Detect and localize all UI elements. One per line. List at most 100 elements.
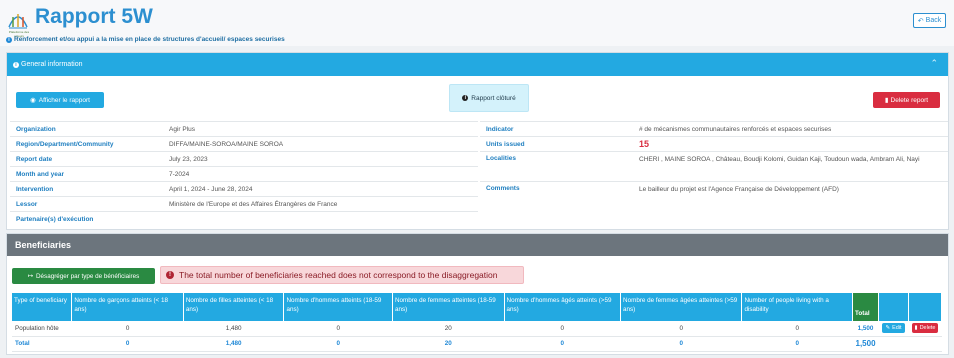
field-row: Units issued 15 [480, 136, 948, 151]
field-label: Units issued [486, 140, 525, 148]
delete-row-button[interactable]: ▮ Delete [911, 323, 939, 334]
field-label: Lessor [16, 200, 38, 208]
table-cell: 0 [620, 321, 742, 337]
page-header: Plateforme des acteurs Rapport 5W ↶ Back… [0, 0, 954, 46]
field-value: CHERI , MAINE SOROA , Château, Boudji Ko… [639, 156, 920, 163]
disaggregate-button[interactable]: ↦ Désagréger par type de bénéficiaires [12, 268, 155, 284]
report-closed-notice: i Rapport clôturé [449, 84, 529, 112]
column-header: Nombre d'hommes atteints (18-59 ans) [283, 293, 393, 321]
delete-cell: ▮ Delete [908, 321, 942, 337]
empty-cell [908, 336, 942, 352]
column-header: Nombre de femmes atteintes (18-59 ans) [392, 293, 505, 321]
table-header-row: Type of beneficiary Nombre de garçons at… [12, 293, 942, 321]
table-cell: 0 [71, 321, 184, 337]
field-value: July 23, 2023 [169, 155, 208, 163]
page-title: Rapport 5W [35, 5, 153, 28]
field-row: Organization Agir Plus [10, 121, 478, 136]
table-cell: 20 [392, 336, 505, 352]
field-value: 7-2024 [169, 170, 190, 178]
field-label: Intervention [16, 185, 54, 193]
table-cell: 0 [504, 336, 621, 352]
column-header: Nombre de garçons atteints (< 18 ans) [71, 293, 184, 321]
subtitle-text: Renforcement et/ou appui a la mise en pl… [14, 36, 285, 43]
grand-total-cell: 1,500 [852, 336, 879, 352]
total-row: Total 0 1,480 0 20 0 0 0 1,500 [12, 336, 942, 352]
table-cell: 20 [392, 321, 505, 337]
table-cell: 0 [620, 336, 742, 352]
units-issued-value: 15 [639, 138, 650, 149]
table-cell: 0 [71, 336, 184, 352]
beneficiary-type-cell: Population hôte [12, 321, 72, 337]
field-value: Ministère de l'Europe et des Affaires Ét… [169, 200, 338, 208]
field-row: Localities CHERI , MAINE SOROA , Château… [480, 151, 948, 181]
info-icon: i [13, 61, 19, 68]
info-icon: i [462, 95, 469, 101]
field-row: Comments Le bailleur du projet est l'Age… [480, 181, 948, 199]
field-label: Localities [486, 155, 516, 162]
table-cell: 1,480 [183, 321, 284, 337]
delete-report-button[interactable]: ▮ Delete report [873, 92, 940, 108]
table-cell: 1,480 [183, 336, 284, 352]
field-row: Indicator # de mécanismes communautaires… [480, 121, 948, 136]
column-header: Nombre de filles atteintes (< 18 ans) [183, 293, 285, 321]
show-report-button[interactable]: ◉ Afficher le rapport [16, 92, 104, 108]
table-row: Population hôte 0 1,480 0 20 0 0 0 1,500… [12, 321, 942, 337]
delete-report-label: Delete report [890, 96, 929, 104]
column-header: Number of people living with a disabilit… [741, 293, 853, 321]
field-value: Agir Plus [169, 125, 196, 133]
split-icon: ↦ [27, 272, 33, 280]
column-header: Type of beneficiary [12, 293, 73, 321]
field-row: Partenaire(s) d'exécution [10, 211, 478, 226]
chevron-up-icon[interactable]: ⌃ [930, 58, 938, 69]
trash-icon: ▮ [914, 325, 918, 332]
general-information-header[interactable]: i General information ⌃ [7, 53, 948, 76]
report-subtitle: i Renforcement et/ou appui a la mise en … [6, 36, 285, 43]
field-value: Le bailleur du projet est l'Agence Franç… [639, 186, 839, 193]
edit-row-button[interactable]: ✎ Edit [882, 323, 905, 334]
field-value: April 1, 2024 - June 28, 2024 [169, 185, 253, 193]
general-information-title: General information [21, 61, 83, 68]
info-icon: i [6, 36, 12, 43]
back-arrow-icon: ↶ [917, 17, 924, 25]
total-label-cell: Total [12, 336, 72, 352]
right-fields: Indicator # de mécanismes communautaires… [480, 121, 948, 199]
field-label: Indicator [486, 125, 514, 133]
column-header: Nombre d'hommes âgés atteints (>59 ans) [504, 293, 622, 321]
column-header: Nombre de femmes âgées atteintes (>59 an… [620, 293, 743, 321]
trash-icon: ▮ [884, 97, 889, 104]
field-label: Organization [16, 125, 56, 133]
row-total-cell: 1,500 [852, 321, 879, 337]
edit-label: Edit [892, 325, 902, 332]
eye-icon: ◉ [30, 97, 36, 104]
table-cell: 0 [283, 321, 393, 337]
empty-cell [878, 336, 909, 352]
beneficiaries-header: Beneficiaries [7, 234, 948, 256]
edit-cell: ✎ Edit [878, 321, 909, 337]
table-cell: 0 [283, 336, 393, 352]
table-cell: 0 [504, 321, 621, 337]
field-row: Lessor Ministère de l'Europe et des Affa… [10, 196, 478, 211]
table-cell: 0 [741, 336, 853, 352]
pencil-icon: ✎ [885, 325, 891, 332]
closed-label: Rapport clôturé [471, 94, 516, 102]
back-label: Back [925, 17, 942, 24]
field-row: Month and year 7-2024 [10, 166, 478, 181]
alert-text: The total number of beneficiaries reache… [179, 270, 498, 280]
beneficiaries-table: Type of beneficiary Nombre de garçons at… [12, 293, 942, 352]
column-header-edit [878, 293, 910, 321]
field-value: # de mécanismes communautaires renforcés… [639, 125, 832, 133]
disaggregate-label: Désagréger par type de bénéficiaires [36, 272, 140, 280]
field-row: Region/Department/Community DIFFA/MAINE-… [10, 136, 478, 151]
field-label: Report date [16, 155, 53, 163]
back-button[interactable]: ↶ Back [913, 13, 946, 28]
column-header-total: Total [852, 293, 880, 321]
field-label: Comments [486, 185, 520, 192]
beneficiaries-panel: Beneficiaries ↦ Désagréger par type de b… [6, 233, 949, 355]
logo-icon [8, 14, 28, 29]
table-cell: 0 [741, 321, 853, 337]
field-row: Report date July 23, 2023 [10, 151, 478, 166]
field-label: Month and year [16, 170, 65, 178]
left-fields: Organization Agir Plus Region/Department… [10, 121, 478, 226]
delete-label: Delete [919, 325, 936, 332]
column-header-delete [908, 293, 942, 321]
